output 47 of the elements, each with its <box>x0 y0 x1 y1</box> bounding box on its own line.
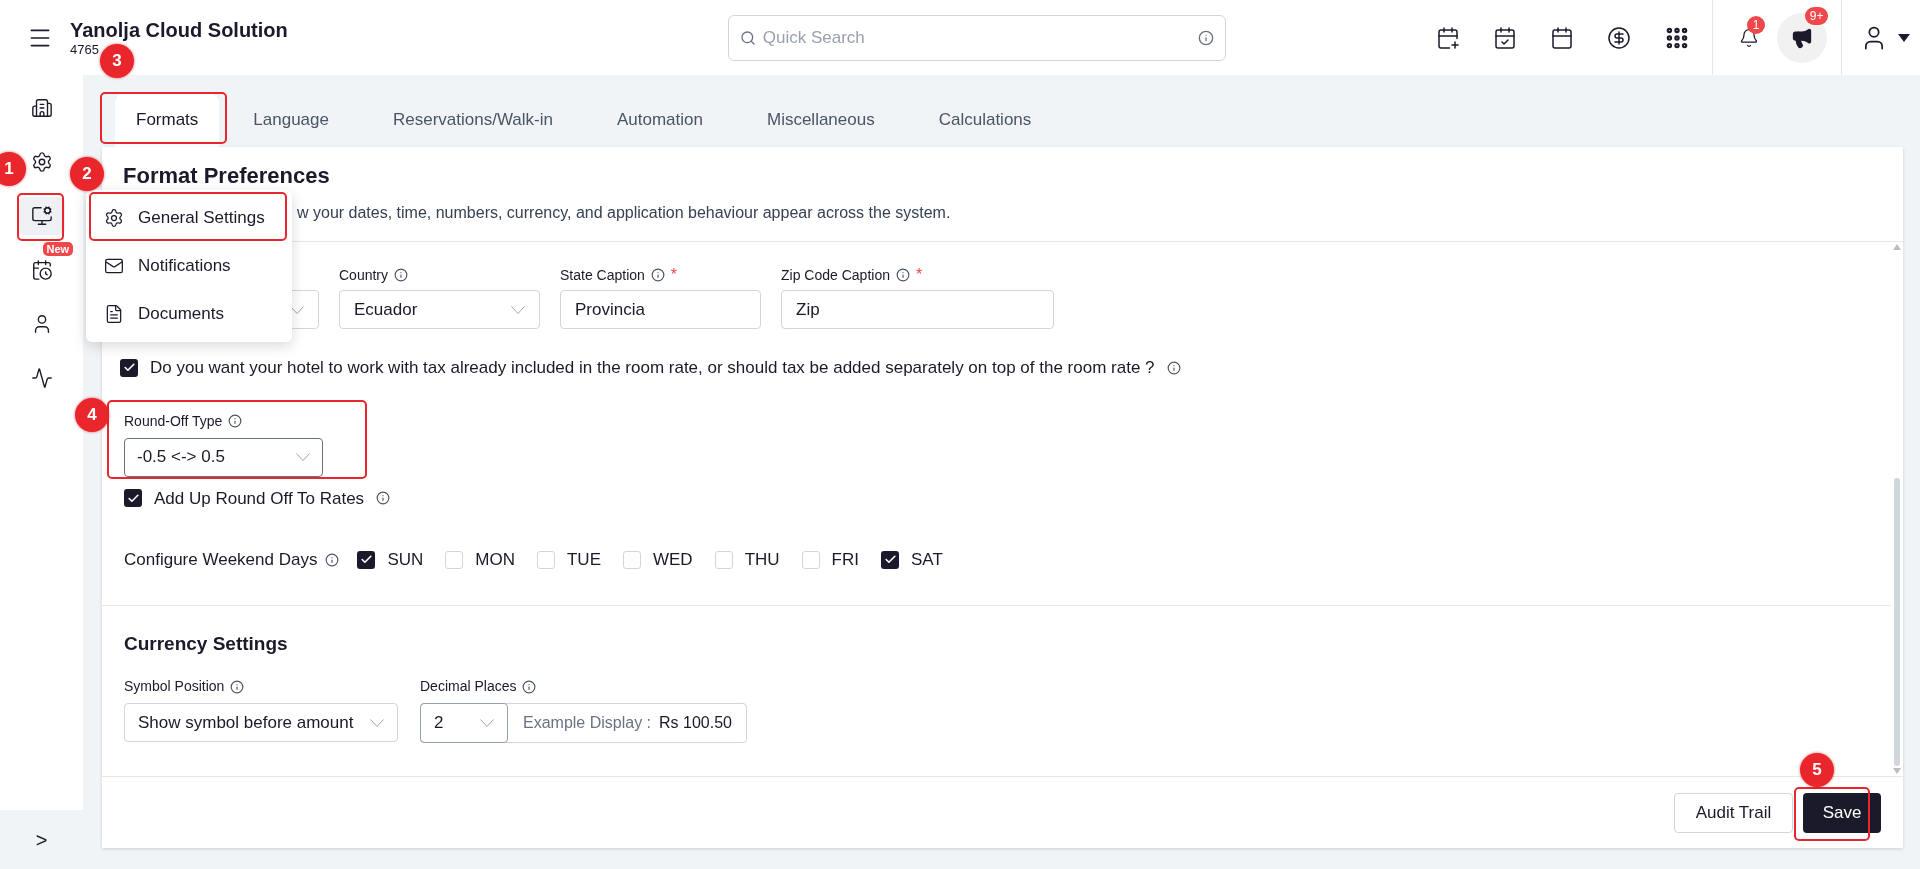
new-badge: New <box>42 242 74 256</box>
expand-sidebar-button[interactable]: > <box>0 810 83 869</box>
page-title: Format Preferences <box>123 163 330 189</box>
menu-item[interactable]: Notifications <box>94 246 284 286</box>
field-label: Symbol Position <box>124 677 225 696</box>
save-button[interactable]: Save <box>1803 792 1881 833</box>
section-title: Currency Settings <box>124 631 288 656</box>
dropdown-field[interactable]: Ecuador <box>339 290 540 329</box>
checkbox-label: Do you want your hotel to work with tax already included in the room rate, or should tax be added separately on top of the room rate ? <box>150 357 1155 379</box>
tab[interactable]: Calculations <box>908 93 1062 147</box>
audit-trail-button[interactable]: Audit Trail <box>1674 792 1793 833</box>
day-label: WED <box>653 549 693 571</box>
text-field[interactable]: Provincia <box>560 290 761 329</box>
example-value: Rs 100.50 <box>659 713 732 733</box>
required-mark: * <box>670 265 678 285</box>
search-field[interactable]: Quick Search <box>727 14 1226 61</box>
day-label: SAT <box>911 549 943 571</box>
app-title: Yanolja Cloud Solution <box>70 17 288 42</box>
day-label: MON <box>475 549 515 571</box>
field-label: Country <box>339 265 389 285</box>
menu-item[interactable]: General Settings <box>94 198 284 238</box>
tab[interactable]: Reservations/Walk-in <box>363 93 583 147</box>
field-label: State Caption <box>560 265 645 285</box>
day-label: FRI <box>831 549 859 571</box>
day-label: THU <box>744 549 780 571</box>
dropdown-field[interactable]: -0.5 <-> 0.5 <box>124 437 323 477</box>
tab[interactable]: Formats <box>115 93 220 147</box>
dropdown-field[interactable]: Show symbol before amount <box>124 703 398 742</box>
field-label: Decimal Places <box>420 677 517 696</box>
required-mark: * <box>915 265 923 285</box>
announcement-badge: 9+ <box>1804 6 1829 25</box>
text-field[interactable]: Zip <box>781 290 1054 329</box>
field-label: Zip Code Caption <box>781 265 890 285</box>
weekend-label: Configure Weekend Days <box>124 549 318 571</box>
page-description: w your dates, time, numbers, currency, and application behaviour appear across the system. <box>297 203 951 223</box>
field-label: Round-Off Type <box>124 411 223 431</box>
example-label: Example Display : <box>523 713 652 733</box>
tab[interactable]: Miscellaneous <box>736 93 905 147</box>
tab[interactable]: Language <box>223 93 359 147</box>
dropdown-field[interactable]: 2 <box>420 703 508 743</box>
menu-item[interactable]: Documents <box>94 294 284 334</box>
tab[interactable]: Automation <box>586 93 733 147</box>
checkbox-label: Add Up Round Off To Rates <box>154 487 365 510</box>
day-label: SUN <box>387 549 424 571</box>
notification-badge: 1 <box>1746 15 1766 34</box>
day-label: TUE <box>567 549 601 571</box>
property-code: 4765 <box>70 41 99 58</box>
